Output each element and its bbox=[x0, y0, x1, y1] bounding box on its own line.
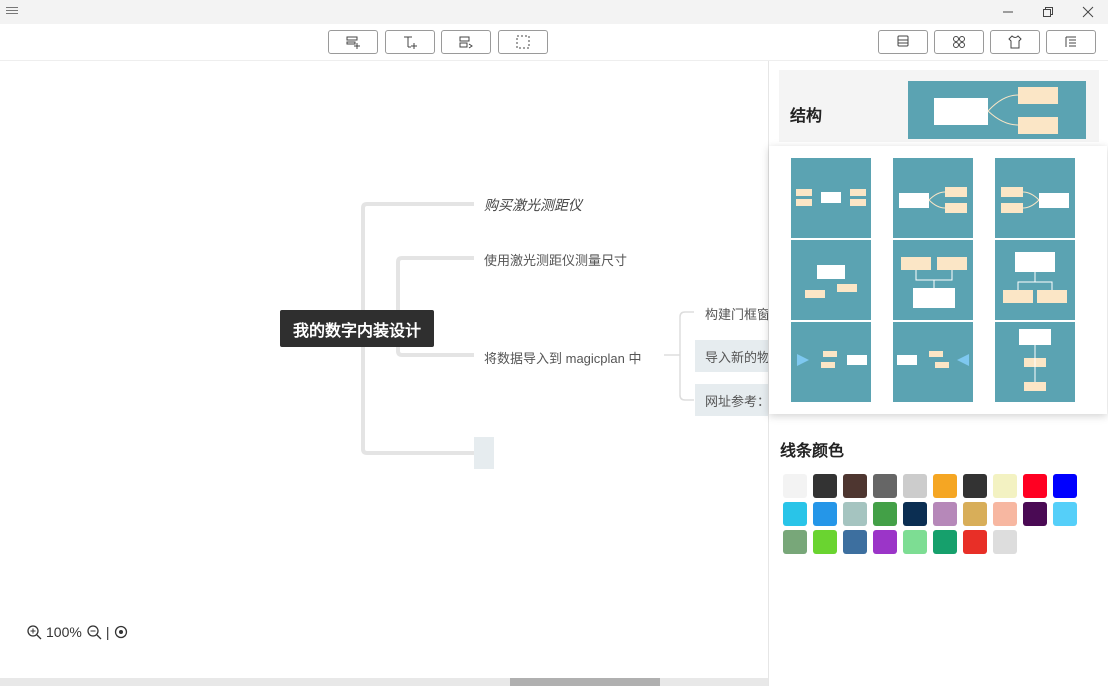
line-color-swatch[interactable] bbox=[903, 530, 927, 554]
line-color-swatch[interactable] bbox=[873, 530, 897, 554]
theme-button[interactable] bbox=[990, 30, 1040, 54]
line-color-swatch[interactable] bbox=[963, 530, 987, 554]
line-color-swatch[interactable] bbox=[873, 502, 897, 526]
scrollbar-thumb[interactable] bbox=[510, 678, 660, 686]
horizontal-scrollbar[interactable] bbox=[0, 678, 768, 686]
restore-icon[interactable] bbox=[1028, 0, 1068, 24]
outline-button[interactable] bbox=[1046, 30, 1096, 54]
line-color-swatch[interactable] bbox=[933, 502, 957, 526]
minimize-icon[interactable] bbox=[988, 0, 1028, 24]
structure-option[interactable] bbox=[995, 322, 1075, 402]
line-color-swatch[interactable] bbox=[843, 502, 867, 526]
outline-icon bbox=[1065, 36, 1076, 47]
mindmap-node[interactable]: 使用激光测距仪测量尺寸 bbox=[484, 250, 627, 269]
mindmap-node[interactable]: 将数据导入到 magicplan 中 bbox=[484, 348, 641, 367]
line-color-swatch[interactable] bbox=[783, 530, 807, 554]
style-icon bbox=[897, 35, 909, 47]
zoom-controls: 100% | bbox=[26, 624, 129, 640]
line-color-swatch[interactable] bbox=[963, 502, 987, 526]
zoom-level: 100% bbox=[46, 624, 82, 640]
structure-option[interactable] bbox=[893, 158, 973, 238]
line-color-swatch[interactable] bbox=[1053, 502, 1077, 526]
root-node[interactable]: 我的数字内装设计 bbox=[280, 310, 434, 347]
structure-option[interactable] bbox=[791, 240, 871, 320]
structure-option[interactable] bbox=[893, 322, 973, 402]
structure-preview[interactable] bbox=[908, 81, 1086, 139]
structure-option[interactable] bbox=[791, 322, 871, 402]
line-color-swatch[interactable] bbox=[903, 502, 927, 526]
line-color-swatch[interactable] bbox=[813, 474, 837, 498]
structure-dropdown bbox=[769, 146, 1107, 414]
line-color-swatch[interactable] bbox=[843, 474, 867, 498]
line-color-swatch[interactable] bbox=[783, 502, 807, 526]
line-color-swatch[interactable] bbox=[963, 474, 987, 498]
line-color-swatch[interactable] bbox=[1023, 502, 1047, 526]
structure-icon bbox=[953, 36, 965, 48]
structure-button[interactable] bbox=[934, 30, 984, 54]
properties-panel: 结构 线条颜色 bbox=[768, 61, 1108, 686]
mindmap-node[interactable]: 购买激光测距仪 bbox=[484, 195, 582, 215]
center-view-icon[interactable] bbox=[113, 624, 129, 640]
line-color-swatch[interactable] bbox=[843, 530, 867, 554]
line-color-swatch[interactable] bbox=[813, 502, 837, 526]
line-color-swatch[interactable] bbox=[813, 530, 837, 554]
line-color-swatch[interactable] bbox=[993, 502, 1017, 526]
line-color-swatch[interactable] bbox=[993, 530, 1017, 554]
line-color-swatch[interactable] bbox=[783, 474, 807, 498]
structure-option[interactable] bbox=[995, 158, 1075, 238]
line-color-swatch[interactable] bbox=[993, 474, 1017, 498]
structure-section[interactable]: 结构 bbox=[779, 70, 1099, 142]
line-color-swatch[interactable] bbox=[933, 474, 957, 498]
line-color-swatch[interactable] bbox=[903, 474, 927, 498]
structure-option[interactable] bbox=[995, 240, 1075, 320]
theme-icon bbox=[1008, 35, 1022, 49]
line-color-swatch[interactable] bbox=[933, 530, 957, 554]
structure-option[interactable] bbox=[893, 240, 973, 320]
style-button[interactable] bbox=[878, 30, 928, 54]
mindmap-node[interactable]: 网址参考： bbox=[695, 384, 768, 416]
line-color-swatch[interactable] bbox=[873, 474, 897, 498]
close-icon[interactable] bbox=[1068, 0, 1108, 24]
line-color-title: 线条颜色 bbox=[780, 443, 845, 460]
line-color-swatch[interactable] bbox=[1023, 474, 1047, 498]
structure-option[interactable] bbox=[791, 158, 871, 238]
zoom-in-icon[interactable] bbox=[26, 624, 42, 640]
mindmap-node-empty[interactable] bbox=[474, 437, 494, 469]
mindmap-node[interactable]: 构建门框窗 bbox=[705, 304, 768, 323]
line-color-swatch[interactable] bbox=[1053, 474, 1077, 498]
mindmap-node[interactable]: 导入新的物 bbox=[695, 340, 768, 372]
structure-title: 结构 bbox=[790, 108, 823, 125]
zoom-separator: | bbox=[105, 624, 110, 640]
zoom-out-icon[interactable] bbox=[86, 624, 102, 640]
